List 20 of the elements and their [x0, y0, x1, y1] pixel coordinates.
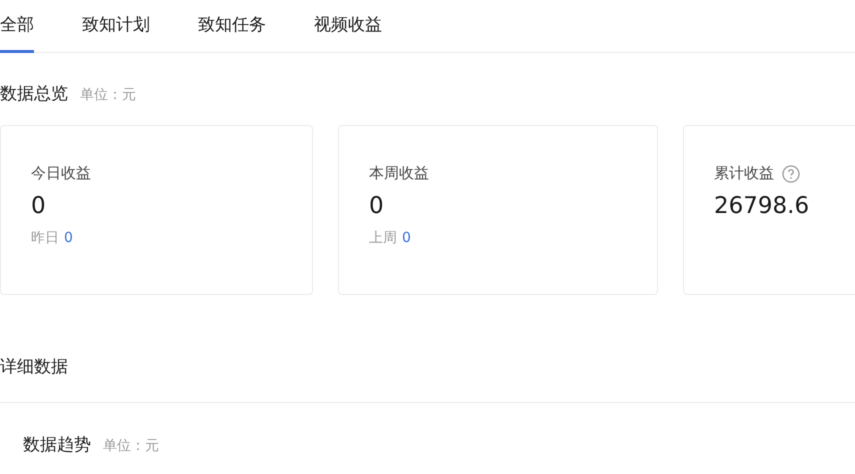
stat-value: 0: [369, 193, 385, 219]
help-icon[interactable]: [782, 164, 800, 182]
section-title: 详细数据: [0, 357, 68, 377]
tab[interactable]: 致知计划: [82, 13, 150, 53]
unit-label: 单位：元: [80, 86, 136, 104]
stat-label: 本周收益: [369, 164, 429, 183]
section-title: 数据总览: [0, 83, 68, 105]
stat-label: 今日收益: [31, 164, 91, 183]
chart-title: 数据趋势: [23, 434, 91, 456]
tab[interactable]: 致知任务: [198, 13, 266, 53]
unit-label: 单位：元: [103, 437, 159, 455]
compare-label: 上周: [369, 230, 397, 246]
stat-label: 累计收益: [714, 164, 774, 183]
tab[interactable]: 全部: [0, 13, 34, 53]
compare-label: 昨日: [31, 230, 59, 246]
tab[interactable]: 视频收益: [314, 13, 382, 53]
compare-value: 0: [64, 230, 73, 246]
compare-value: 0: [402, 230, 411, 246]
stat-value: 26798.6: [714, 193, 810, 219]
stat-value: 0: [31, 193, 47, 219]
